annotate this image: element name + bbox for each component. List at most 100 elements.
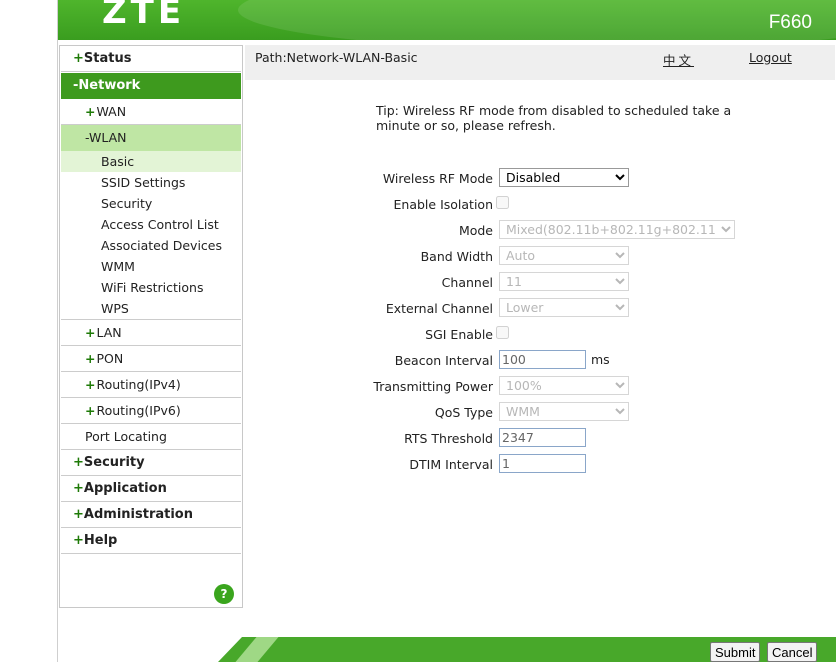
rts-label: RTS Threshold xyxy=(404,431,493,446)
beacon-label: Beacon Interval xyxy=(394,353,493,368)
tx-power-select[interactable]: 100% xyxy=(499,376,629,395)
sidebar-item-network[interactable]: -Network xyxy=(61,73,241,99)
sidebar-label: Security xyxy=(101,196,153,211)
breadcrumb: Path:Network-WLAN-Basic xyxy=(255,50,418,65)
logout-link[interactable]: Logout xyxy=(749,50,792,65)
bandwidth-label: Band Width xyxy=(420,249,493,264)
channel-label: Channel xyxy=(441,275,493,290)
sidebar-item-security-sub[interactable]: Security xyxy=(61,193,241,214)
sidebar-item-status[interactable]: +Status xyxy=(61,46,241,72)
sidebar-label: WAN xyxy=(96,104,127,119)
sidebar-item-help[interactable]: +Help xyxy=(61,528,241,554)
language-link[interactable]: 中文 xyxy=(663,50,694,69)
isolation-row: Enable Isolation xyxy=(338,194,828,216)
rts-row: RTS Threshold xyxy=(338,428,828,450)
ext-channel-label: External Channel xyxy=(385,301,493,316)
rf-mode-select[interactable]: Disabled xyxy=(499,168,629,187)
sidebar-item-basic[interactable]: Basic xyxy=(61,151,241,172)
sidebar-item-wlan[interactable]: -WLAN xyxy=(61,125,241,151)
expand-plus-icon: + xyxy=(73,533,84,548)
sidebar-label: Basic xyxy=(101,154,135,169)
cancel-button[interactable]: Cancel xyxy=(767,642,818,662)
rf-mode-row: Wireless RF Mode Disabled xyxy=(338,168,828,190)
sidebar-label: Status xyxy=(83,51,132,66)
sgi-checkbox[interactable] xyxy=(496,326,509,339)
header-decoration xyxy=(238,0,836,40)
sgi-label: SGI Enable xyxy=(425,327,493,342)
sidebar-menu: +Status -Network +WAN -WLAN Basic SSID S… xyxy=(59,45,243,608)
sidebar-item-routing-ipv4[interactable]: +Routing(IPv4) xyxy=(61,372,241,398)
sidebar-item-associated-devices[interactable]: Associated Devices xyxy=(61,235,241,256)
model-name: F660 xyxy=(768,12,812,33)
mode-select[interactable]: Mixed(802.11b+802.11g+802.11n) xyxy=(499,220,735,239)
sidebar-item-wan[interactable]: +WAN xyxy=(61,99,241,125)
footer-stripe xyxy=(235,637,279,662)
channel-select[interactable]: 11 xyxy=(499,272,629,291)
submit-button[interactable]: Submit xyxy=(710,642,761,662)
tx-power-row: Transmitting Power 100% xyxy=(338,376,828,398)
expand-plus-icon: + xyxy=(73,507,84,522)
sidebar-label: WPS xyxy=(101,301,129,316)
dtim-row: DTIM Interval xyxy=(338,454,828,476)
mode-row: Mode Mixed(802.11b+802.11g+802.11n) xyxy=(338,220,828,242)
sidebar-label: PON xyxy=(96,351,124,366)
sidebar-item-port-locating[interactable]: Port Locating xyxy=(61,424,241,450)
rts-threshold-input[interactable] xyxy=(499,428,586,447)
expand-plus-icon: + xyxy=(73,455,84,470)
channel-row: Channel 11 xyxy=(338,272,828,294)
beacon-row: Beacon Interval ms xyxy=(338,350,828,372)
help-icon[interactable]: ? xyxy=(214,584,234,604)
beacon-unit: ms xyxy=(591,352,610,367)
sidebar-item-access-control-list[interactable]: Access Control List xyxy=(61,214,241,235)
sidebar-item-wps[interactable]: WPS xyxy=(61,298,241,320)
ext-channel-row: External Channel Lower xyxy=(338,298,828,320)
breadcrumb-bar: Path:Network-WLAN-Basic 中文 Logout xyxy=(245,45,835,80)
sidebar-item-routing-ipv6[interactable]: +Routing(IPv6) xyxy=(61,398,241,424)
header-banner: ZTE F660 xyxy=(58,0,836,40)
sidebar-label: LAN xyxy=(96,325,122,340)
sidebar-label: Application xyxy=(83,481,167,496)
isolation-label: Enable Isolation xyxy=(393,197,493,212)
sidebar-label: Port Locating xyxy=(85,429,167,444)
expand-plus-icon: + xyxy=(73,481,84,496)
sidebar-item-security[interactable]: +Security xyxy=(61,450,241,476)
dtim-label: DTIM Interval xyxy=(409,457,493,472)
expand-plus-icon: + xyxy=(85,325,96,340)
sidebar-label: WLAN xyxy=(89,130,127,145)
qos-label: QoS Type xyxy=(434,405,493,420)
sidebar-label: Routing(IPv4) xyxy=(96,377,181,392)
sidebar-label: Help xyxy=(83,533,118,548)
beacon-interval-input[interactable] xyxy=(499,350,586,369)
sidebar-label: Routing(IPv6) xyxy=(96,403,181,418)
sidebar-item-ssid-settings[interactable]: SSID Settings xyxy=(61,172,241,193)
sidebar-label: Security xyxy=(83,455,145,470)
rf-mode-label: Wireless RF Mode xyxy=(382,171,493,186)
sidebar-label: SSID Settings xyxy=(101,175,186,190)
expand-plus-icon: + xyxy=(73,51,84,66)
zte-logo: ZTE xyxy=(102,0,186,32)
isolation-checkbox[interactable] xyxy=(496,196,509,209)
qos-select[interactable]: WMM xyxy=(499,402,629,421)
sidebar-item-application[interactable]: +Application xyxy=(61,476,241,502)
tx-power-label: Transmitting Power xyxy=(373,379,493,394)
expand-plus-icon: + xyxy=(85,377,96,392)
sidebar-label: WiFi Restrictions xyxy=(101,280,204,295)
mode-label: Mode xyxy=(458,223,493,238)
dtim-interval-input[interactable] xyxy=(499,454,586,473)
ext-channel-select[interactable]: Lower xyxy=(499,298,629,317)
sgi-row: SGI Enable xyxy=(338,324,828,346)
sidebar-item-pon[interactable]: +PON xyxy=(61,346,241,372)
sidebar-label: Associated Devices xyxy=(101,238,222,253)
sidebar-label: Administration xyxy=(83,507,193,522)
sidebar-label: Network xyxy=(78,78,141,93)
bandwidth-select[interactable]: Auto xyxy=(499,246,629,265)
router-frame: ZTE F660 +Status -Network +WAN -WLAN Bas… xyxy=(57,0,836,662)
sidebar-item-wifi-restrictions[interactable]: WiFi Restrictions xyxy=(61,277,241,298)
sidebar-item-lan[interactable]: +LAN xyxy=(61,320,241,346)
tip-text: Tip: Wireless RF mode from disabled to s… xyxy=(376,103,732,133)
expand-plus-icon: + xyxy=(85,351,96,366)
qos-row: QoS Type WMM xyxy=(338,402,828,424)
sidebar-label: Access Control List xyxy=(101,217,219,232)
sidebar-item-administration[interactable]: +Administration xyxy=(61,502,241,528)
sidebar-item-wmm[interactable]: WMM xyxy=(61,256,241,277)
